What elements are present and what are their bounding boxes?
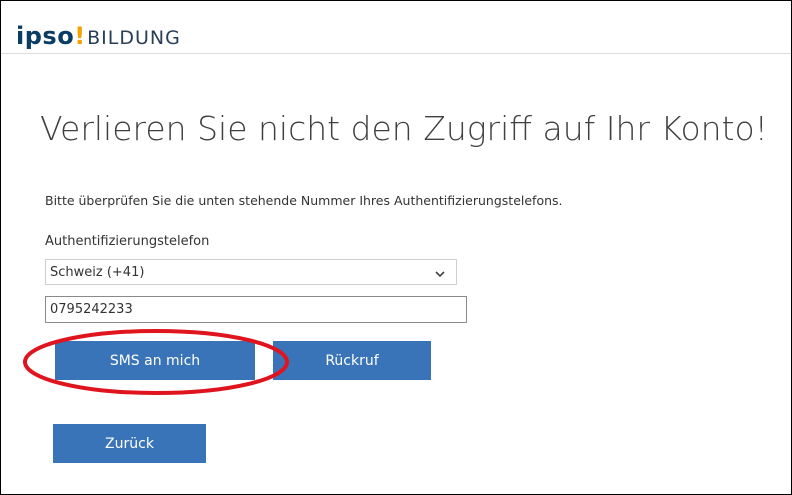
phone-number-input[interactable]: 0795242233 bbox=[45, 296, 467, 323]
ipso-bildung-logo[interactable]: ipso! BILDUNG bbox=[16, 19, 181, 55]
page-title: Verlieren Sie nicht den Zugriff auf Ihr … bbox=[40, 109, 768, 148]
country-select[interactable]: Schweiz (+41) bbox=[45, 259, 457, 285]
description-text: Bitte überprüfen Sie die unten stehende … bbox=[45, 193, 563, 208]
sms-button[interactable]: SMS an mich bbox=[55, 341, 255, 380]
callback-button[interactable]: Rückruf bbox=[273, 341, 431, 380]
logo-mark: ! bbox=[74, 22, 86, 50]
header: ipso! BILDUNG bbox=[1, 1, 791, 54]
country-select-value: Schweiz (+41) bbox=[50, 265, 145, 280]
phone-label: Authentifizierungstelefon bbox=[45, 234, 210, 249]
back-button[interactable]: Zurück bbox=[53, 424, 206, 463]
logo-brand: ipso bbox=[16, 22, 75, 50]
phone-number-value: 0795242233 bbox=[50, 302, 133, 317]
chevron-down-icon bbox=[434, 265, 446, 278]
page-frame: ipso! BILDUNG Verlieren Sie nicht den Zug… bbox=[0, 0, 792, 495]
logo-sub: BILDUNG bbox=[87, 27, 181, 49]
